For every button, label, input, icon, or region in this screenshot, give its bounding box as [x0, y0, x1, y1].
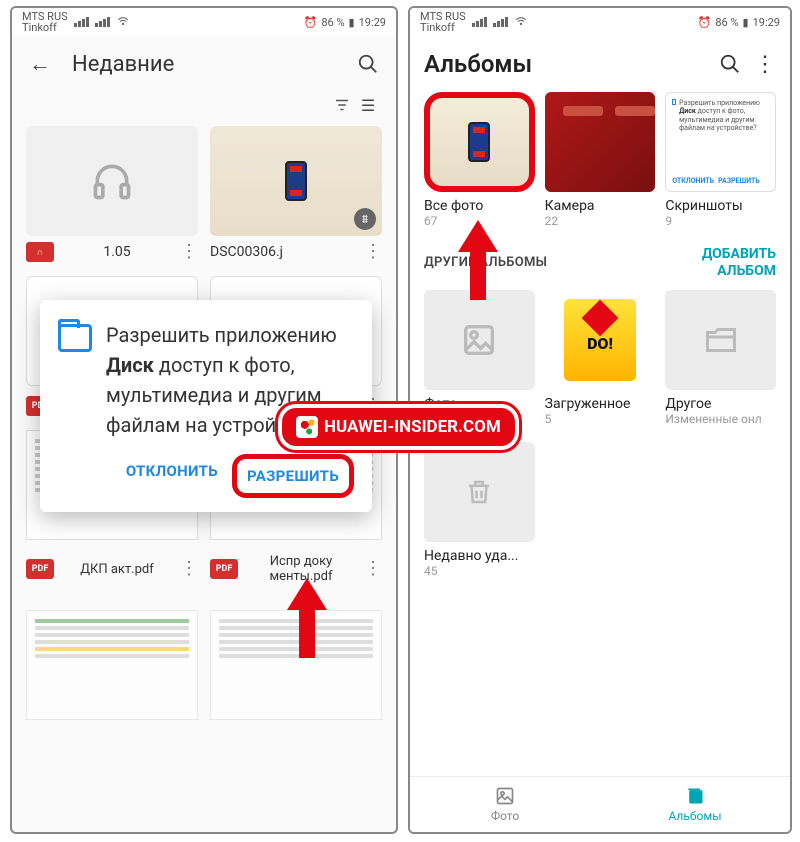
album-all-photos[interactable]	[424, 92, 535, 192]
battery-text: 86 %	[321, 16, 344, 29]
time: 19:29	[753, 16, 780, 29]
search-button[interactable]	[354, 50, 382, 78]
watermark-logo-icon	[296, 416, 318, 438]
signal-icon	[74, 17, 89, 27]
album-downloads[interactable]: DO!	[545, 290, 656, 390]
more-button[interactable]: ⋮	[180, 562, 198, 576]
album-count: 9	[665, 214, 776, 228]
pdf-badge-icon: PDF	[26, 559, 54, 579]
arrow-annotation-icon	[287, 578, 327, 658]
wifi-icon	[116, 14, 130, 31]
nav-photo[interactable]: Фото	[410, 777, 600, 832]
file-thumb-audio[interactable]	[26, 126, 198, 236]
statusbar-right: MTS RUS Tinkoff ⏰ 86 % ▮ 19:29	[410, 8, 790, 36]
more-button[interactable]: ⋮	[754, 52, 776, 77]
album-sub: Измененные онл	[665, 412, 776, 426]
file-thumb-photo[interactable]: ⩩	[210, 126, 382, 236]
album-camera[interactable]	[545, 92, 656, 192]
album-name: Скриншоты	[665, 198, 776, 214]
album-name: Все фото	[424, 198, 535, 214]
more-button[interactable]: ⋮	[180, 245, 198, 259]
carrier-2: Tinkoff	[22, 22, 68, 33]
audio-badge-icon: ∩	[26, 242, 54, 262]
header-right: Альбомы ⋮	[410, 36, 790, 92]
more-button[interactable]: ⋮	[364, 562, 382, 576]
album-count: 22	[545, 214, 656, 228]
statusbar-left: MTS RUS Tinkoff ⏰ 86 % ▮ 19:29	[12, 8, 396, 36]
file-label: 1.05	[54, 244, 180, 260]
nav-label: Альбомы	[668, 809, 721, 823]
add-album-button[interactable]: ДОБАВИТЬ АЛЬБОМ	[686, 246, 776, 280]
signal-icon	[95, 17, 110, 27]
album-photo[interactable]	[424, 290, 535, 390]
deny-button[interactable]: ОТКЛОНИТЬ	[116, 454, 228, 498]
pdf-badge-icon: PDF	[210, 559, 238, 579]
back-button[interactable]: ←	[26, 50, 54, 78]
bottom-nav: Фото Альбомы	[410, 776, 790, 832]
carrier-2: Tinkoff	[420, 22, 466, 33]
filter-icon[interactable]	[332, 96, 352, 118]
file-label: DSC00306.j	[210, 244, 364, 260]
signal-icon	[472, 17, 487, 27]
search-button[interactable]	[716, 50, 744, 78]
album-count: 45	[424, 564, 535, 578]
battery-icon: ▮	[743, 16, 749, 29]
album-recently-deleted[interactable]	[424, 442, 535, 542]
nav-label: Фото	[491, 809, 519, 823]
page-title: Альбомы	[424, 50, 706, 78]
header-left: ← Недавние	[12, 36, 396, 92]
file-thumb-doc[interactable]	[26, 610, 198, 720]
album-other[interactable]	[665, 290, 776, 390]
file-label: ДКП акт.pdf	[62, 562, 172, 577]
album-name: Другое	[665, 396, 776, 412]
list-view-icon[interactable]: ☰	[358, 96, 378, 118]
folder-icon	[58, 324, 92, 352]
watermark-text: HUAWEI-INSIDER.COM	[324, 417, 501, 437]
watermark: HUAWEI-INSIDER.COM	[278, 404, 519, 450]
allow-button[interactable]: РАЗРЕШИТЬ	[232, 454, 354, 498]
battery-text: 86 %	[715, 16, 738, 29]
page-title: Недавние	[72, 52, 336, 77]
alarm-icon: ⏰	[698, 16, 712, 29]
album-name: Загруженное	[545, 396, 656, 412]
battery-icon: ▮	[349, 16, 355, 29]
alarm-icon: ⏰	[304, 16, 318, 29]
nav-albums[interactable]: Альбомы	[600, 777, 790, 832]
signal-icon	[493, 17, 508, 27]
multi-badge-icon: ⩩	[354, 208, 376, 230]
time: 19:29	[359, 16, 386, 29]
more-button[interactable]: ⋮	[364, 245, 382, 259]
wifi-icon	[514, 14, 528, 31]
album-count: 5	[545, 412, 656, 426]
album-screenshots[interactable]: Разрешить приложению Диск доступ к фото,…	[665, 92, 776, 192]
album-name: Камера	[545, 198, 656, 214]
album-name: Недавно уда...	[424, 548, 535, 564]
arrow-annotation-icon	[458, 220, 498, 300]
